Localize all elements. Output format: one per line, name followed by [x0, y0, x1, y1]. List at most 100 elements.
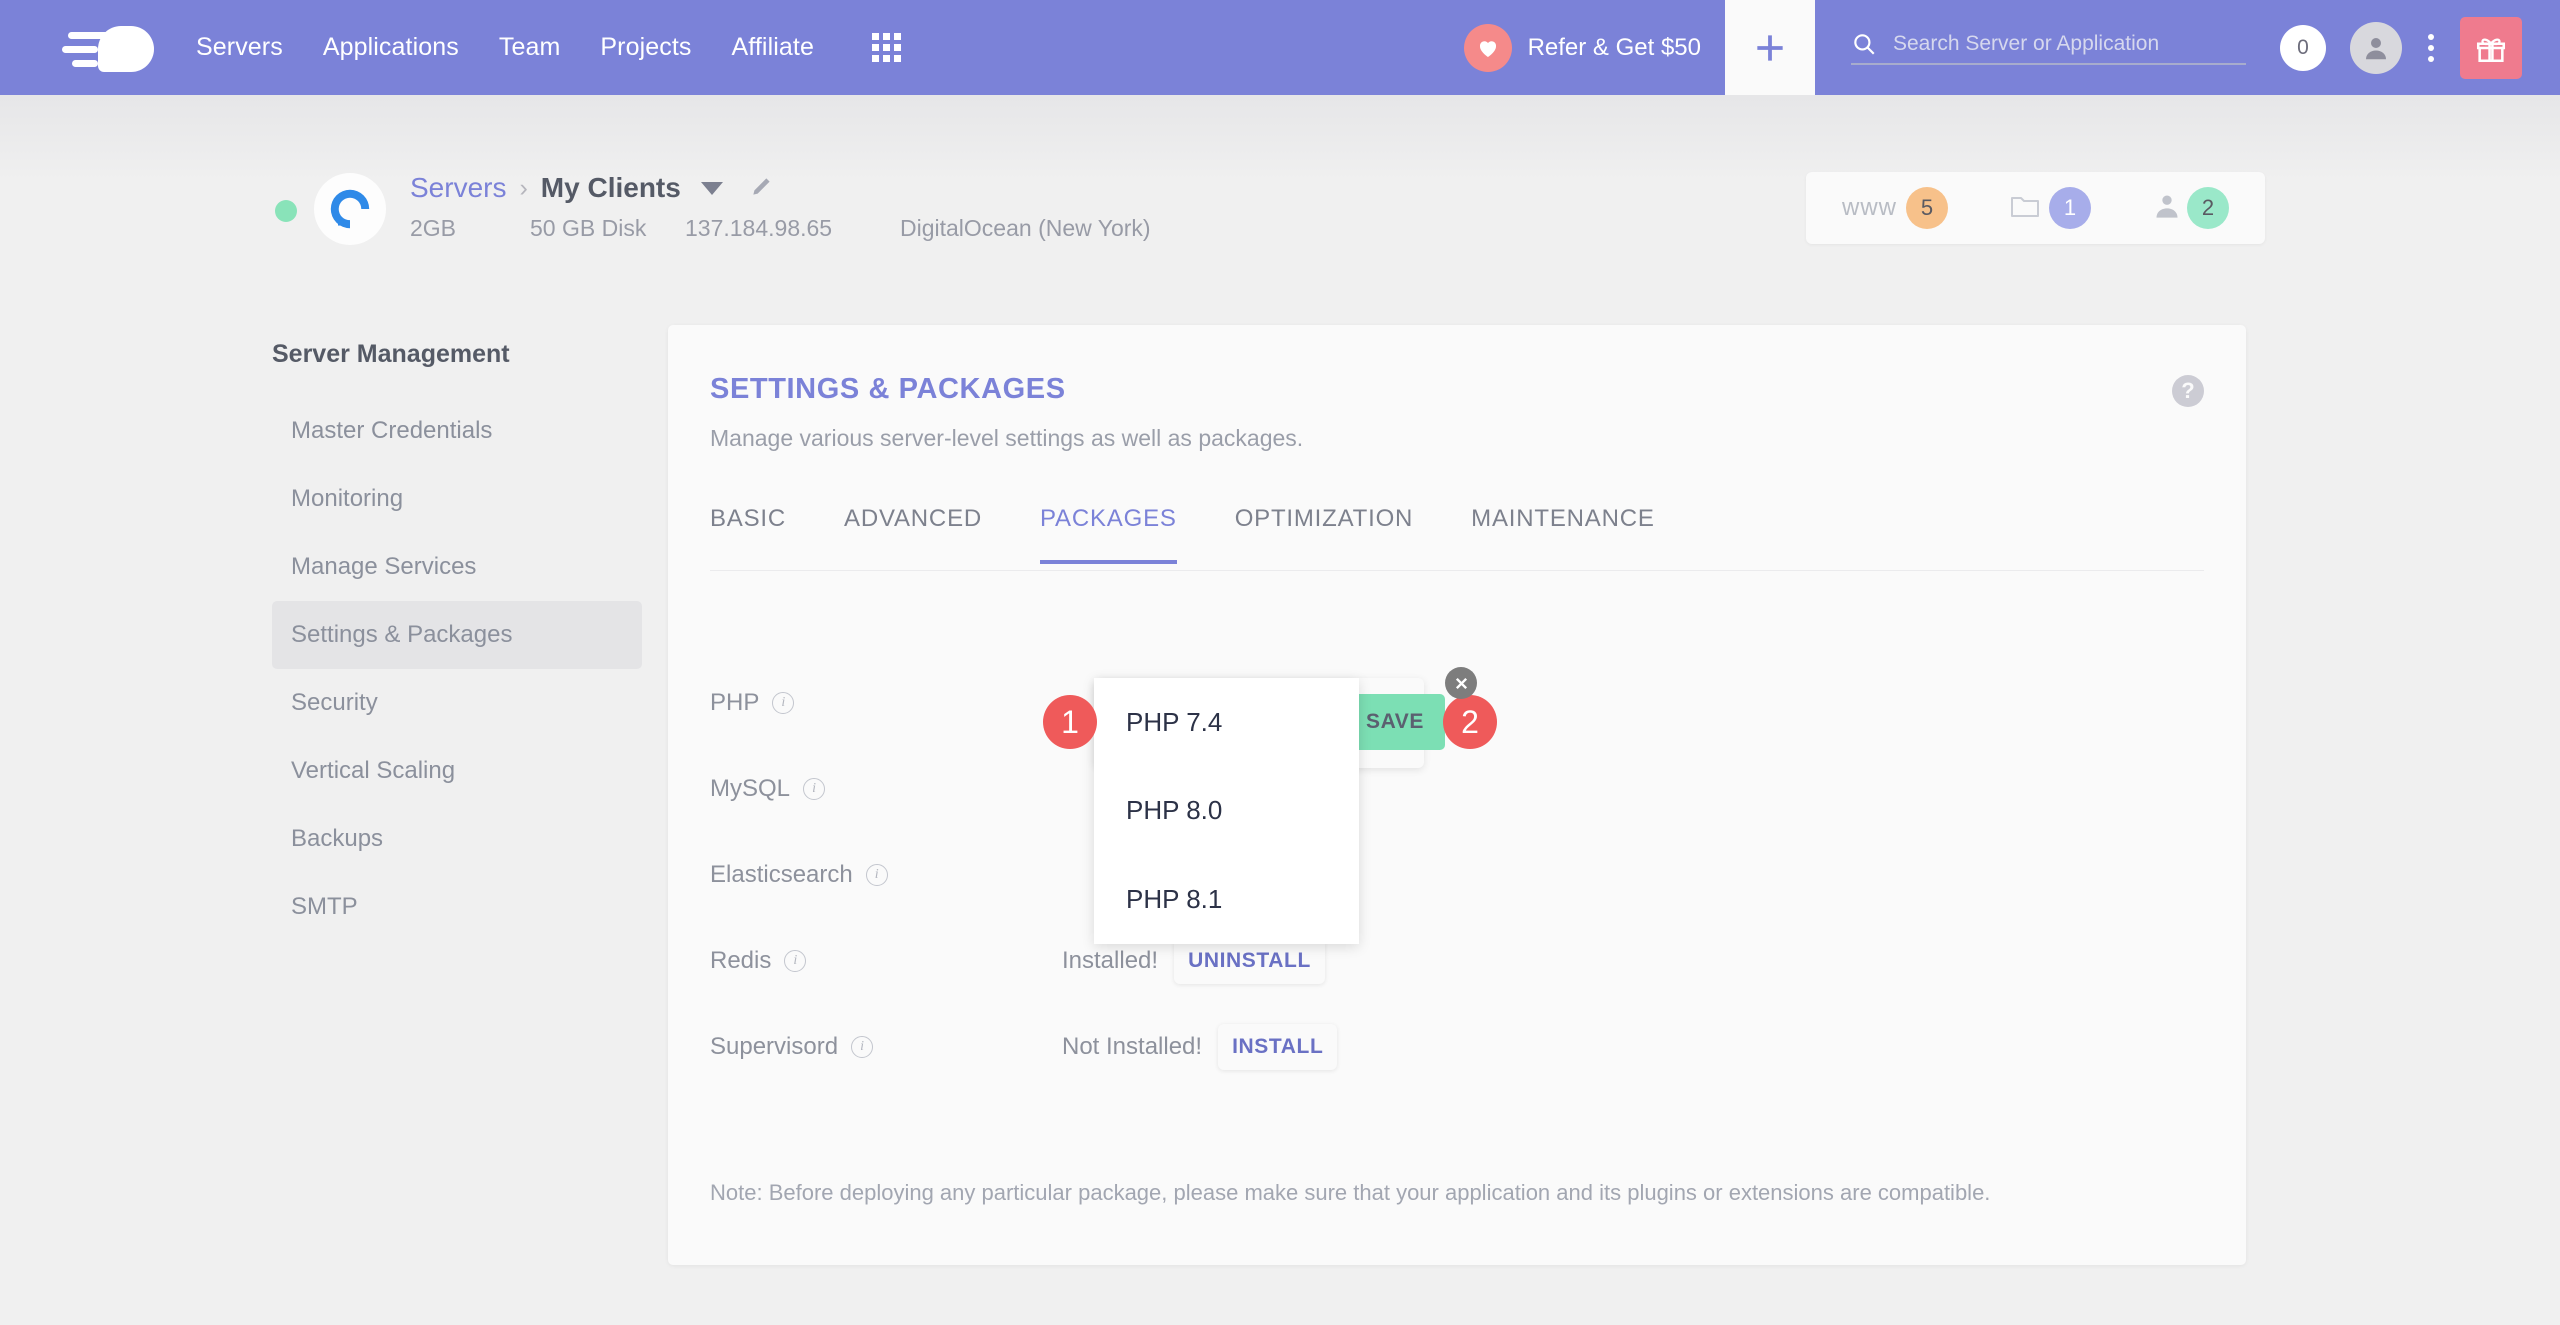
stat-users[interactable]: 2	[2153, 187, 2229, 229]
supervisord-status: Not Installed!	[1062, 1033, 1203, 1060]
heart-icon	[1463, 23, 1512, 72]
vertical-dots-icon[interactable]	[2428, 33, 2434, 62]
page-subtitle: Manage various server-level settings as …	[710, 425, 1304, 451]
nav-item-affiliate[interactable]: Affiliate	[732, 33, 814, 62]
package-label-redis: Redis i	[710, 947, 1062, 975]
uninstall-button[interactable]: UNINSTALL	[1188, 949, 1311, 973]
notification-count-badge[interactable]: 0	[2280, 24, 2326, 71]
settings-packages-card: SETTINGS & PACKAGES ? Manage various ser…	[668, 325, 2246, 1265]
package-label-elasticsearch: Elasticsearch i	[710, 861, 1062, 889]
dropdown-option-php-81[interactable]: PHP 8.1	[1094, 855, 1359, 944]
tab-advanced[interactable]: ADVANCED	[844, 505, 982, 563]
close-x-icon[interactable]	[1445, 667, 1477, 699]
nav-item-team[interactable]: Team	[499, 33, 561, 62]
package-name: Elasticsearch	[710, 861, 853, 888]
dropdown-option-php-80[interactable]: PHP 8.0	[1094, 767, 1359, 856]
save-button[interactable]: SAVE	[1345, 694, 1445, 750]
server-provider: DigitalOcean (New York)	[900, 215, 1151, 241]
user-avatar-icon[interactable]	[2350, 21, 2402, 74]
sidebar-item-settings-packages[interactable]: Settings & Packages	[272, 601, 642, 669]
stat-folders-count: 1	[2049, 187, 2091, 229]
info-icon[interactable]: i	[772, 692, 795, 714]
tab-basic[interactable]: BASIC	[710, 505, 786, 563]
gift-icon[interactable]	[2460, 16, 2522, 79]
sidebar-item-smtp[interactable]: SMTP	[272, 873, 642, 941]
cloudways-logo[interactable]	[62, 22, 154, 74]
stat-folders[interactable]: 1	[2010, 187, 2091, 229]
supervisord-action-wrapper: INSTALL	[1218, 1024, 1338, 1070]
install-button[interactable]: INSTALL	[1232, 1035, 1323, 1059]
sidebar-item-backups[interactable]: Backups	[272, 805, 642, 873]
info-icon[interactable]: i	[784, 950, 807, 972]
search-bar[interactable]	[1851, 31, 2246, 65]
search-input[interactable]	[1893, 31, 2246, 56]
package-label-php: PHP i	[710, 689, 1062, 717]
table-row: Elasticsearch i	[710, 832, 2204, 918]
logo-speed-line	[62, 45, 98, 53]
sidebar-item-monitoring[interactable]: Monitoring	[272, 465, 642, 533]
info-icon[interactable]: i	[851, 1036, 874, 1058]
person-icon	[2153, 192, 2181, 225]
search-icon	[1854, 33, 1875, 55]
settings-tabs: BASIC ADVANCED PACKAGES OPTIMIZATION MAI…	[710, 505, 2204, 571]
www-icon: www	[1842, 194, 1897, 221]
tab-packages[interactable]: PACKAGES	[1040, 505, 1177, 564]
package-name: Supervisord	[710, 1033, 839, 1060]
stat-websites-count: 5	[1906, 187, 1948, 229]
refer-and-earn-button[interactable]: Refer & Get $50	[1463, 0, 1725, 95]
sidebar-title: Server Management	[272, 340, 510, 368]
refer-label: Refer & Get $50	[1527, 33, 1701, 61]
nav-item-projects[interactable]: Projects	[600, 33, 691, 62]
package-name: Redis	[710, 947, 772, 974]
sidebar-item-master-credentials[interactable]: Master Credentials	[272, 397, 642, 465]
info-icon[interactable]: i	[865, 864, 888, 886]
stat-users-count: 2	[2187, 187, 2229, 229]
navbar-right-group: Refer & Get $50 0	[1463, 0, 2560, 95]
stat-websites[interactable]: www 5	[1842, 187, 1948, 229]
server-ram: 2GB	[410, 215, 457, 241]
page-title: SETTINGS & PACKAGES	[710, 373, 1066, 405]
apps-grid-icon[interactable]	[871, 33, 901, 62]
package-label-mysql: MySQL i	[710, 775, 1062, 803]
package-name: PHP	[710, 689, 760, 716]
package-name: MySQL	[710, 775, 791, 802]
redis-action-wrapper: UNINSTALL	[1174, 938, 1325, 984]
server-meta-row: 2GB 50 GB Disk 137.184.98.65 DigitalOcea…	[410, 215, 1151, 242]
add-new-button[interactable]	[1725, 0, 1815, 95]
server-disk: 50 GB Disk	[530, 215, 647, 241]
sidebar-item-security[interactable]: Security	[272, 669, 642, 737]
server-status-dot	[275, 200, 297, 222]
chevron-down-icon[interactable]	[700, 181, 723, 195]
info-icon[interactable]: i	[803, 778, 826, 800]
top-navbar: Servers Applications Team Projects Affil…	[0, 0, 2560, 95]
table-row: Redis i Installed! UNINSTALL	[710, 918, 2204, 1004]
server-ip: 137.184.98.65	[685, 215, 833, 241]
breadcrumb-servers-link[interactable]: Servers	[410, 172, 506, 204]
tab-maintenance[interactable]: MAINTENANCE	[1471, 505, 1654, 563]
redis-status: Installed!	[1062, 947, 1159, 974]
package-label-supervisord: Supervisord i	[710, 1033, 1062, 1061]
breadcrumb-separator: ›	[519, 173, 528, 202]
breadcrumb: Servers › My Clients	[410, 172, 775, 204]
sidebar-item-vertical-scaling[interactable]: Vertical Scaling	[272, 737, 642, 805]
logo-speed-line	[72, 59, 98, 67]
digitalocean-logo	[314, 173, 386, 245]
folder-icon	[2010, 193, 2040, 224]
table-row: MySQL i	[710, 746, 2204, 832]
php-version-dropdown: PHP 7.4 PHP 8.0 PHP 8.1	[1094, 678, 1359, 944]
nav-item-applications[interactable]: Applications	[323, 33, 459, 62]
tab-optimization[interactable]: OPTIMIZATION	[1235, 505, 1413, 563]
sidebar-item-manage-services[interactable]: Manage Services	[272, 533, 642, 601]
question-mark-icon[interactable]: ?	[2172, 375, 2204, 407]
dropdown-option-php-74[interactable]: PHP 7.4	[1094, 678, 1359, 767]
step-marker-2: 2	[1443, 695, 1497, 749]
table-row: Supervisord i Not Installed! INSTALL	[710, 1004, 2204, 1090]
primary-nav: Servers Applications Team Projects Affil…	[196, 33, 901, 62]
server-stats-card: www 5 1 2	[1806, 172, 2265, 244]
step-marker-1: 1	[1043, 695, 1097, 749]
nav-item-servers[interactable]: Servers	[196, 33, 283, 62]
pencil-icon[interactable]	[749, 173, 775, 204]
server-name: My Clients	[540, 172, 681, 203]
server-management-sidebar: Server Management Master Credentials Mon…	[272, 340, 642, 941]
plus-icon	[1757, 34, 1783, 61]
